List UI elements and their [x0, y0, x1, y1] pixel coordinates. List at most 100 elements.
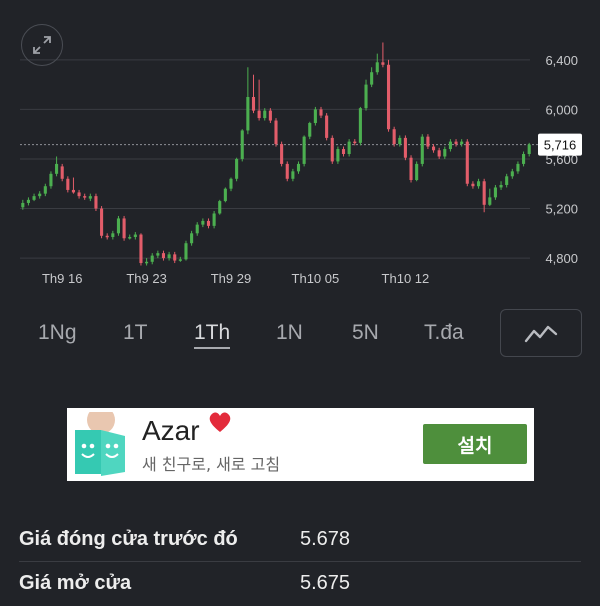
candle-body	[167, 254, 171, 259]
candle-body	[280, 144, 284, 164]
candlestick-chart: 6,4006,0005,6005,2004,800Th9 16 Th9 23 Th9…	[20, 42, 582, 286]
candle-body	[184, 243, 188, 260]
install-button[interactable]: 설치	[423, 424, 527, 464]
candle-body	[145, 261, 149, 264]
stats-list: Giá đóng cửa trước đó 5.678 Giá mở cửa 5…	[0, 518, 600, 606]
azar-logo	[71, 406, 129, 478]
candle-body	[364, 84, 368, 109]
candle-body	[477, 181, 481, 187]
candle-body	[499, 184, 503, 188]
candle-body	[32, 196, 36, 200]
candle-body	[431, 146, 436, 151]
candle-body	[212, 213, 216, 226]
candle-body	[251, 97, 256, 111]
stat-value: 5.678	[300, 528, 351, 550]
stat-label: Giá mở cửa	[19, 572, 132, 594]
candle-body	[308, 123, 312, 137]
candle-body	[122, 218, 126, 239]
fullscreen-button[interactable]	[21, 24, 63, 66]
candle-body	[381, 62, 385, 65]
candle-body	[201, 220, 205, 225]
candle-body	[268, 110, 272, 121]
candle-body	[235, 158, 239, 179]
candle-body	[128, 237, 132, 239]
candle-body	[448, 141, 452, 150]
candle-body	[347, 141, 351, 154]
stat-label: Giá đóng cửa trước đó	[19, 528, 238, 550]
x-tick-label: Th9 16	[42, 271, 82, 286]
y-tick-label: 6,400	[545, 53, 578, 68]
candle-body	[353, 141, 357, 144]
stat-row-open: Giá mở cửa 5.675	[0, 562, 600, 606]
candle-body	[460, 141, 464, 145]
candle-body	[246, 97, 250, 131]
candle-body	[516, 163, 520, 172]
candle-body	[240, 130, 244, 159]
candle-body	[392, 129, 396, 145]
stat-row-previous-close: Giá đóng cửa trước đó 5.678	[0, 518, 600, 562]
candle-body	[100, 208, 104, 236]
candle-body	[77, 192, 81, 197]
candle-body	[21, 202, 25, 208]
x-tick-label: Th9 29	[211, 271, 251, 286]
candle-body	[26, 199, 30, 203]
candle-body	[426, 136, 430, 147]
candle-body	[55, 163, 59, 174]
candle-body	[465, 141, 469, 184]
candle-body	[471, 183, 475, 187]
current-price-label: 5,716	[544, 138, 577, 153]
candle-body	[341, 149, 346, 154]
candle-body	[398, 137, 402, 145]
candle-body	[319, 109, 323, 116]
candle-body	[156, 253, 160, 256]
candle-body	[437, 150, 441, 157]
candle-body	[527, 144, 531, 154]
line-chart-icon	[524, 325, 558, 343]
expand-icon	[33, 36, 51, 54]
candle-body	[302, 136, 306, 164]
candle-body	[285, 163, 289, 179]
ad-banner[interactable]: Azar 새 친구로, 새로 고침 설치	[67, 406, 534, 481]
candle-body	[43, 186, 47, 194]
candle-body	[370, 72, 374, 85]
x-tick-label: Th10 12	[382, 271, 430, 286]
candle-body	[482, 181, 486, 205]
candle-body	[173, 254, 177, 261]
candle-body	[223, 188, 227, 202]
stat-value: 5.675	[300, 572, 351, 594]
candle-body	[94, 196, 98, 209]
candle-body	[83, 196, 87, 198]
y-tick-label: 5,200	[545, 202, 578, 217]
y-tick-label: 6,000	[545, 102, 578, 117]
price-chart[interactable]: 6,400 6,000 5,600 5,200 4,800 Th9 16 Th9 23 Th9…	[0, 0, 600, 290]
candle-body	[291, 171, 295, 179]
candle-body	[443, 149, 447, 157]
candle-body	[263, 110, 267, 119]
candle-body	[49, 173, 53, 187]
candle-body	[116, 218, 121, 234]
candle-body	[522, 154, 526, 164]
tab-max[interactable]: T.đa	[424, 321, 464, 345]
candle-body	[66, 178, 70, 190]
candle-body	[150, 255, 154, 262]
candle-body	[88, 196, 92, 199]
y-tick-label: 4,800	[545, 251, 578, 266]
candle-body	[420, 136, 424, 164]
candle-body	[139, 234, 143, 264]
tab-1-month[interactable]: 1Th	[194, 321, 231, 349]
tab-1-year[interactable]: 1N	[276, 321, 303, 345]
chart-type-button[interactable]	[500, 309, 582, 357]
candle-body	[178, 259, 182, 261]
tab-5-year[interactable]: 5N	[352, 321, 379, 345]
tab-1-day[interactable]: 1Ng	[38, 321, 77, 345]
candle-body	[71, 189, 75, 193]
tab-1-week[interactable]: 1T	[123, 321, 148, 345]
candle-body	[325, 115, 329, 138]
candle-body	[38, 193, 42, 197]
candle-body	[358, 108, 362, 143]
x-tick-label: Th9 23	[126, 271, 166, 286]
candle-body	[409, 157, 413, 181]
candle-body	[386, 64, 391, 130]
ad-subtitle: 새 친구로, 새로 고침	[142, 455, 281, 474]
candle-body	[505, 176, 509, 185]
